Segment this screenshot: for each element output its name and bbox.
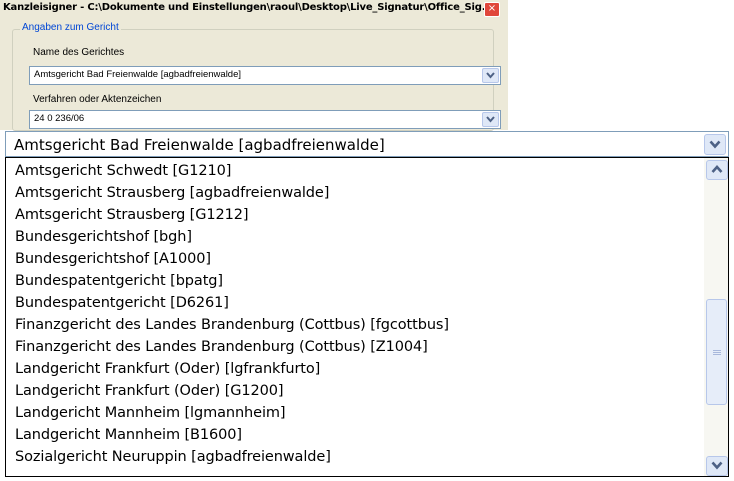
court-name-value: Amtsgericht Bad Freienwalde [agbadfreien… [34,69,242,80]
list-item[interactable]: Amtsgericht Schwedt [G1210] [15,163,231,179]
list-item[interactable]: Bundespatentgericht [bpatg] [15,273,223,289]
list-item[interactable]: Landgericht Mannheim [B1600] [15,427,242,443]
chevron-down-icon [486,72,495,79]
court-dropdown[interactable]: Amtsgericht Bad Freienwalde [agbadfreien… [5,131,729,157]
dropdown-selected-value: Amtsgericht Bad Freienwalde [agbadfreien… [14,136,385,154]
group-title: Angaben zum Gericht [20,22,121,33]
court-name-label: Name des Gerichtes [33,47,125,58]
grip-icon [713,350,721,356]
list-item[interactable]: Landgericht Mannheim [lgmannheim] [15,405,286,421]
list-item[interactable]: Amtsgericht Strausberg [agbadfreienwalde… [15,185,329,201]
title-bar[interactable]: Kanzleisigner - C:\Dokumente und Einstel… [0,0,508,18]
case-number-label: Verfahren oder Aktenzeichen [33,94,162,105]
case-number-value: 24 0 236/06 [34,113,85,124]
list-item[interactable]: Sozialgericht Neuruppin [agbadfreienwald… [15,449,331,465]
court-combo-button[interactable] [482,68,499,83]
scroll-thumb[interactable] [706,299,727,405]
chevron-down-icon [711,461,723,470]
dropdown-list[interactable]: Amtsgericht Schwedt [G1210] Amtsgericht … [5,157,729,477]
chevron-down-icon [709,140,721,149]
chevron-up-icon [711,165,723,173]
list-item[interactable]: Bundesgerichtshof [A1000] [15,251,211,267]
list-item[interactable]: Amtsgericht Strausberg [G1212] [15,207,249,223]
chevron-down-icon [486,116,495,123]
window-title: Kanzleisigner - C:\Dokumente und Einstel… [3,2,493,13]
list-item[interactable]: Bundespatentgericht [D6261] [15,295,229,311]
scroll-up-button[interactable] [706,160,728,180]
close-icon: × [487,3,497,14]
list-item[interactable]: Bundesgerichtshof [bgh] [15,229,192,245]
list-item[interactable]: Landgericht Frankfurt (Oder) [lgfrankfur… [15,361,320,377]
dropdown-toggle-button[interactable] [704,134,726,155]
vertical-scrollbar[interactable] [704,158,728,476]
list-item[interactable]: Finanzgericht des Landes Brandenburg (Co… [15,339,428,355]
list-item[interactable]: Finanzgericht des Landes Brandenburg (Co… [15,317,449,333]
case-combo-button[interactable] [482,112,499,127]
list-item[interactable]: Landgericht Frankfurt (Oder) [G1200] [15,383,284,399]
court-name-combo[interactable]: Amtsgericht Bad Freienwalde [agbadfreien… [29,66,501,85]
background-window: Kanzleisigner - C:\Dokumente und Einstel… [0,0,508,131]
scroll-down-button[interactable] [706,456,728,476]
case-number-combo[interactable]: 24 0 236/06 [29,110,501,129]
close-button[interactable]: × [484,2,500,17]
